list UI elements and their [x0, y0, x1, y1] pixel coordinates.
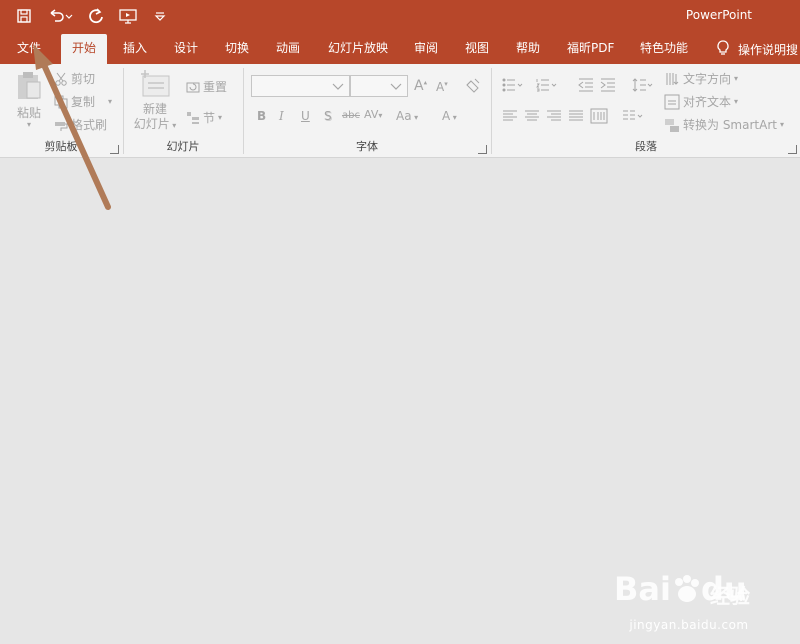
format-painter-label: 格式刷 — [71, 118, 108, 132]
paw-icon — [674, 575, 699, 602]
cut-button[interactable]: 剪切 — [54, 70, 95, 87]
font-size-combo[interactable] — [350, 75, 408, 97]
text-direction-button[interactable]: 文字方向 ▾ — [664, 70, 738, 87]
paragraph-group: 文字方向 ▾ 对齐文本 ▾ 转换为 SmartArt ▾ 段落 — [492, 64, 800, 158]
reset-icon — [186, 82, 200, 92]
tell-me-label: 操作说明搜 — [738, 42, 799, 57]
tab-help[interactable]: 帮助 — [516, 34, 540, 64]
line-spacing-icon[interactable] — [632, 78, 654, 95]
copy-dropdown-icon[interactable]: ▾ — [108, 97, 112, 106]
paste-label: 粘贴 — [16, 106, 41, 120]
font-group: A▴ A▾ B I U S abc AV▾ Aa ▾ A ▾ 字体 — [244, 64, 490, 158]
tab-animations[interactable]: 动画 — [276, 34, 300, 64]
chevron-down-icon — [332, 83, 344, 90]
app-title: PowerPoint — [685, 8, 752, 22]
convert-smartart-button[interactable]: 转换为 SmartArt ▾ — [664, 116, 784, 133]
slides-group: 新建 幻灯片 ▾ 重置 节 ▾ 幻灯片 — [124, 64, 242, 158]
paragraph-group-label: 段落 — [635, 140, 657, 153]
redo-icon[interactable] — [86, 6, 106, 26]
copy-button[interactable]: 复制 ▾ — [54, 93, 112, 110]
tab-review[interactable]: 审阅 — [414, 34, 438, 64]
tab-file[interactable]: 文件 — [17, 34, 41, 64]
align-right-icon[interactable] — [546, 110, 562, 125]
justify-icon[interactable] — [568, 110, 584, 125]
align-text-label: 对齐文本 — [683, 95, 732, 109]
undo-icon[interactable] — [46, 6, 74, 26]
font-group-label: 字体 — [356, 140, 378, 153]
underline-button[interactable]: U — [301, 109, 310, 123]
distributed-icon[interactable] — [590, 108, 608, 127]
format-painter-button[interactable]: 格式刷 — [54, 116, 107, 133]
lightbulb-icon — [716, 39, 730, 59]
font-color-button[interactable]: A ▾ — [442, 109, 457, 123]
section-button[interactable]: 节 ▾ — [186, 109, 222, 126]
quick-access-toolbar — [14, 6, 170, 26]
scissors-icon — [55, 72, 67, 86]
customize-qat-icon[interactable] — [150, 6, 170, 26]
tell-me-search[interactable]: 操作说明搜 — [716, 34, 798, 64]
text-direction-label: 文字方向 — [683, 72, 732, 86]
paste-icon — [18, 72, 41, 99]
font-name-combo[interactable] — [251, 75, 350, 97]
clipboard-group: 粘贴 ▾ 剪切 复制 ▾ 格式刷 剪贴板 — [0, 64, 122, 158]
bold-button[interactable]: B — [257, 109, 266, 123]
change-case-button[interactable]: Aa ▾ — [396, 109, 418, 123]
baidu-watermark: Bai du 经验 jingyan.baidu.com — [614, 562, 764, 632]
paste-button[interactable]: 粘贴 ▾ — [12, 70, 46, 129]
start-slideshow-icon[interactable] — [118, 6, 138, 26]
decrease-indent-icon[interactable] — [578, 78, 594, 95]
bullets-icon[interactable] — [502, 78, 524, 95]
format-painter-icon — [55, 121, 68, 131]
reset-slide-button[interactable]: 重置 — [186, 78, 227, 95]
smartart-icon — [665, 118, 679, 132]
align-text-button[interactable]: 对齐文本 ▾ — [664, 93, 738, 110]
clear-formatting-icon[interactable] — [464, 77, 482, 98]
tab-foxit-pdf[interactable]: 福昕PDF — [567, 34, 614, 64]
character-spacing-button[interactable]: AV▾ — [364, 108, 382, 121]
tab-view[interactable]: 视图 — [465, 34, 489, 64]
strikethrough-button[interactable]: abc — [342, 110, 360, 121]
align-text-icon — [664, 94, 680, 109]
title-bar: PowerPoint — [0, 0, 800, 34]
clipboard-group-label: 剪贴板 — [44, 140, 78, 153]
chevron-down-icon — [390, 83, 402, 90]
text-direction-icon — [666, 72, 679, 85]
watermark-cn: 经验 — [710, 584, 750, 608]
align-center-icon[interactable] — [524, 110, 540, 125]
copy-icon — [54, 95, 68, 108]
ribbon-home: 粘贴 ▾ 剪切 复制 ▾ 格式刷 剪贴板 新建 幻灯片 ▾ 重置 节 ▾ 幻灯片… — [0, 64, 800, 158]
slides-group-label: 幻灯片 — [166, 140, 200, 153]
smartart-label: 转换为 SmartArt — [683, 118, 777, 132]
columns-icon[interactable] — [622, 110, 644, 125]
tab-design[interactable]: 设计 — [174, 34, 198, 64]
tab-transitions[interactable]: 切换 — [225, 34, 249, 64]
copy-label: 复制 — [71, 95, 96, 109]
watermark-url: jingyan.baidu.com — [629, 618, 749, 632]
italic-button[interactable]: I — [279, 109, 284, 123]
shrink-font-button[interactable]: A▾ — [436, 80, 448, 94]
grow-font-button[interactable]: A▴ — [414, 78, 427, 94]
tab-insert[interactable]: 插入 — [123, 34, 147, 64]
new-slide-label-2: 幻灯片 — [133, 117, 170, 131]
increase-indent-icon[interactable] — [600, 78, 616, 95]
numbering-icon[interactable] — [536, 78, 558, 95]
shadow-button[interactable]: S — [324, 109, 332, 123]
align-left-icon[interactable] — [502, 110, 518, 125]
tab-slideshow[interactable]: 幻灯片放映 — [328, 34, 388, 64]
new-slide-button[interactable]: 新建 幻灯片 ▾ — [132, 70, 178, 133]
new-slide-icon — [141, 70, 170, 97]
save-icon[interactable] — [14, 6, 34, 26]
section-label: 节 — [203, 111, 216, 125]
cut-label: 剪切 — [71, 72, 96, 86]
ribbon-tab-bar: 文件 开始 插入 设计 切换 动画 幻灯片放映 审阅 视图 帮助 福昕PDF 特… — [0, 34, 800, 64]
font-launcher-icon[interactable] — [478, 145, 487, 154]
tab-home[interactable]: 开始 — [61, 34, 108, 64]
reset-label: 重置 — [203, 80, 228, 94]
new-slide-label-1: 新建 — [142, 102, 167, 116]
section-icon — [187, 111, 199, 124]
tab-special-features[interactable]: 特色功能 — [640, 34, 688, 64]
clipboard-launcher-icon[interactable] — [110, 145, 119, 154]
paragraph-launcher-icon[interactable] — [788, 145, 797, 154]
